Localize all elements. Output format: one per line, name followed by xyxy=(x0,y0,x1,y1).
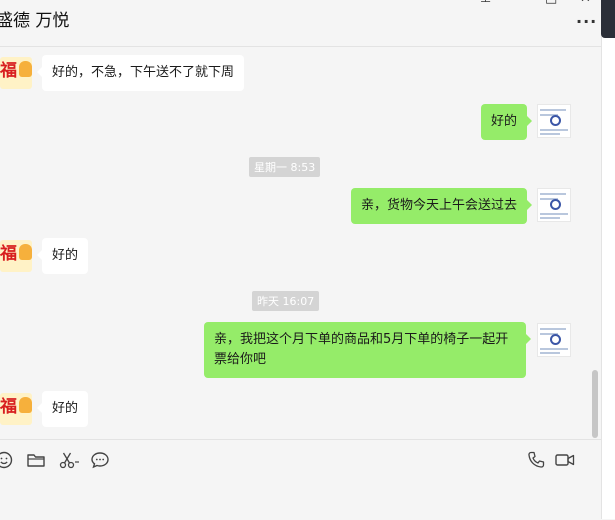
scrollbar-thumb[interactable] xyxy=(592,370,598,438)
message-bubble-outgoing[interactable]: 亲，我把这个月下单的商品和5月下单的椅子一起开票给你吧 xyxy=(204,322,531,378)
message-bubble-incoming[interactable]: 好的 xyxy=(36,238,89,274)
company-logo-icon xyxy=(550,334,561,345)
company-logo-icon xyxy=(550,115,561,126)
company-logo-icon xyxy=(550,199,561,210)
emoji-icon[interactable] xyxy=(0,450,14,470)
maximize-icon[interactable]: □ xyxy=(545,0,557,6)
message-list[interactable]: 福 好的，不急，下午送不了就下周 好的 星期一 8:53 亲，货物今天上午会送过… xyxy=(0,47,601,439)
contact-avatar[interactable]: 福 xyxy=(0,240,32,272)
fu-glyph: 福 xyxy=(0,244,17,264)
side-panel-tab[interactable] xyxy=(601,0,615,38)
message-bubble-outgoing[interactable]: 好的 xyxy=(480,104,533,140)
video-call-icon[interactable] xyxy=(554,450,575,470)
chat-title: 盛德 万悦 xyxy=(0,11,70,31)
side-panel-edge xyxy=(601,0,615,519)
input-toolbar xyxy=(0,439,601,520)
message-bubble-incoming[interactable]: 好的 xyxy=(36,391,89,427)
message-bubble-incoming[interactable]: 好的，不急，下午送不了就下周 xyxy=(36,55,245,91)
self-avatar[interactable] xyxy=(537,188,571,222)
contact-avatar[interactable]: 福 xyxy=(0,393,32,425)
fu-glyph: 福 xyxy=(0,61,17,81)
chat-header: 盛德 万悦 ⊥ □ ✕ ··· xyxy=(0,0,601,47)
fu-glyph: 福 xyxy=(0,397,17,417)
timestamp: 昨天 16:07 xyxy=(252,291,320,311)
close-icon[interactable]: ✕ xyxy=(580,0,591,6)
dog-figure xyxy=(19,397,32,413)
timestamp: 星期一 8:53 xyxy=(249,157,321,177)
self-avatar[interactable] xyxy=(537,323,571,357)
message-bubble-outgoing[interactable]: 亲，货物今天上午会送过去 xyxy=(350,188,533,224)
phone-icon[interactable] xyxy=(526,450,546,470)
dog-figure xyxy=(19,244,32,260)
self-avatar[interactable] xyxy=(537,104,571,138)
contact-avatar[interactable]: 福 xyxy=(0,57,32,89)
more-options-icon[interactable]: ··· xyxy=(576,12,597,31)
dog-figure xyxy=(19,61,32,77)
scissors-icon[interactable] xyxy=(58,450,79,470)
chat-bubble-icon[interactable] xyxy=(90,450,110,470)
folder-icon[interactable] xyxy=(26,450,46,470)
pin-icon[interactable]: ⊥ xyxy=(480,0,491,6)
